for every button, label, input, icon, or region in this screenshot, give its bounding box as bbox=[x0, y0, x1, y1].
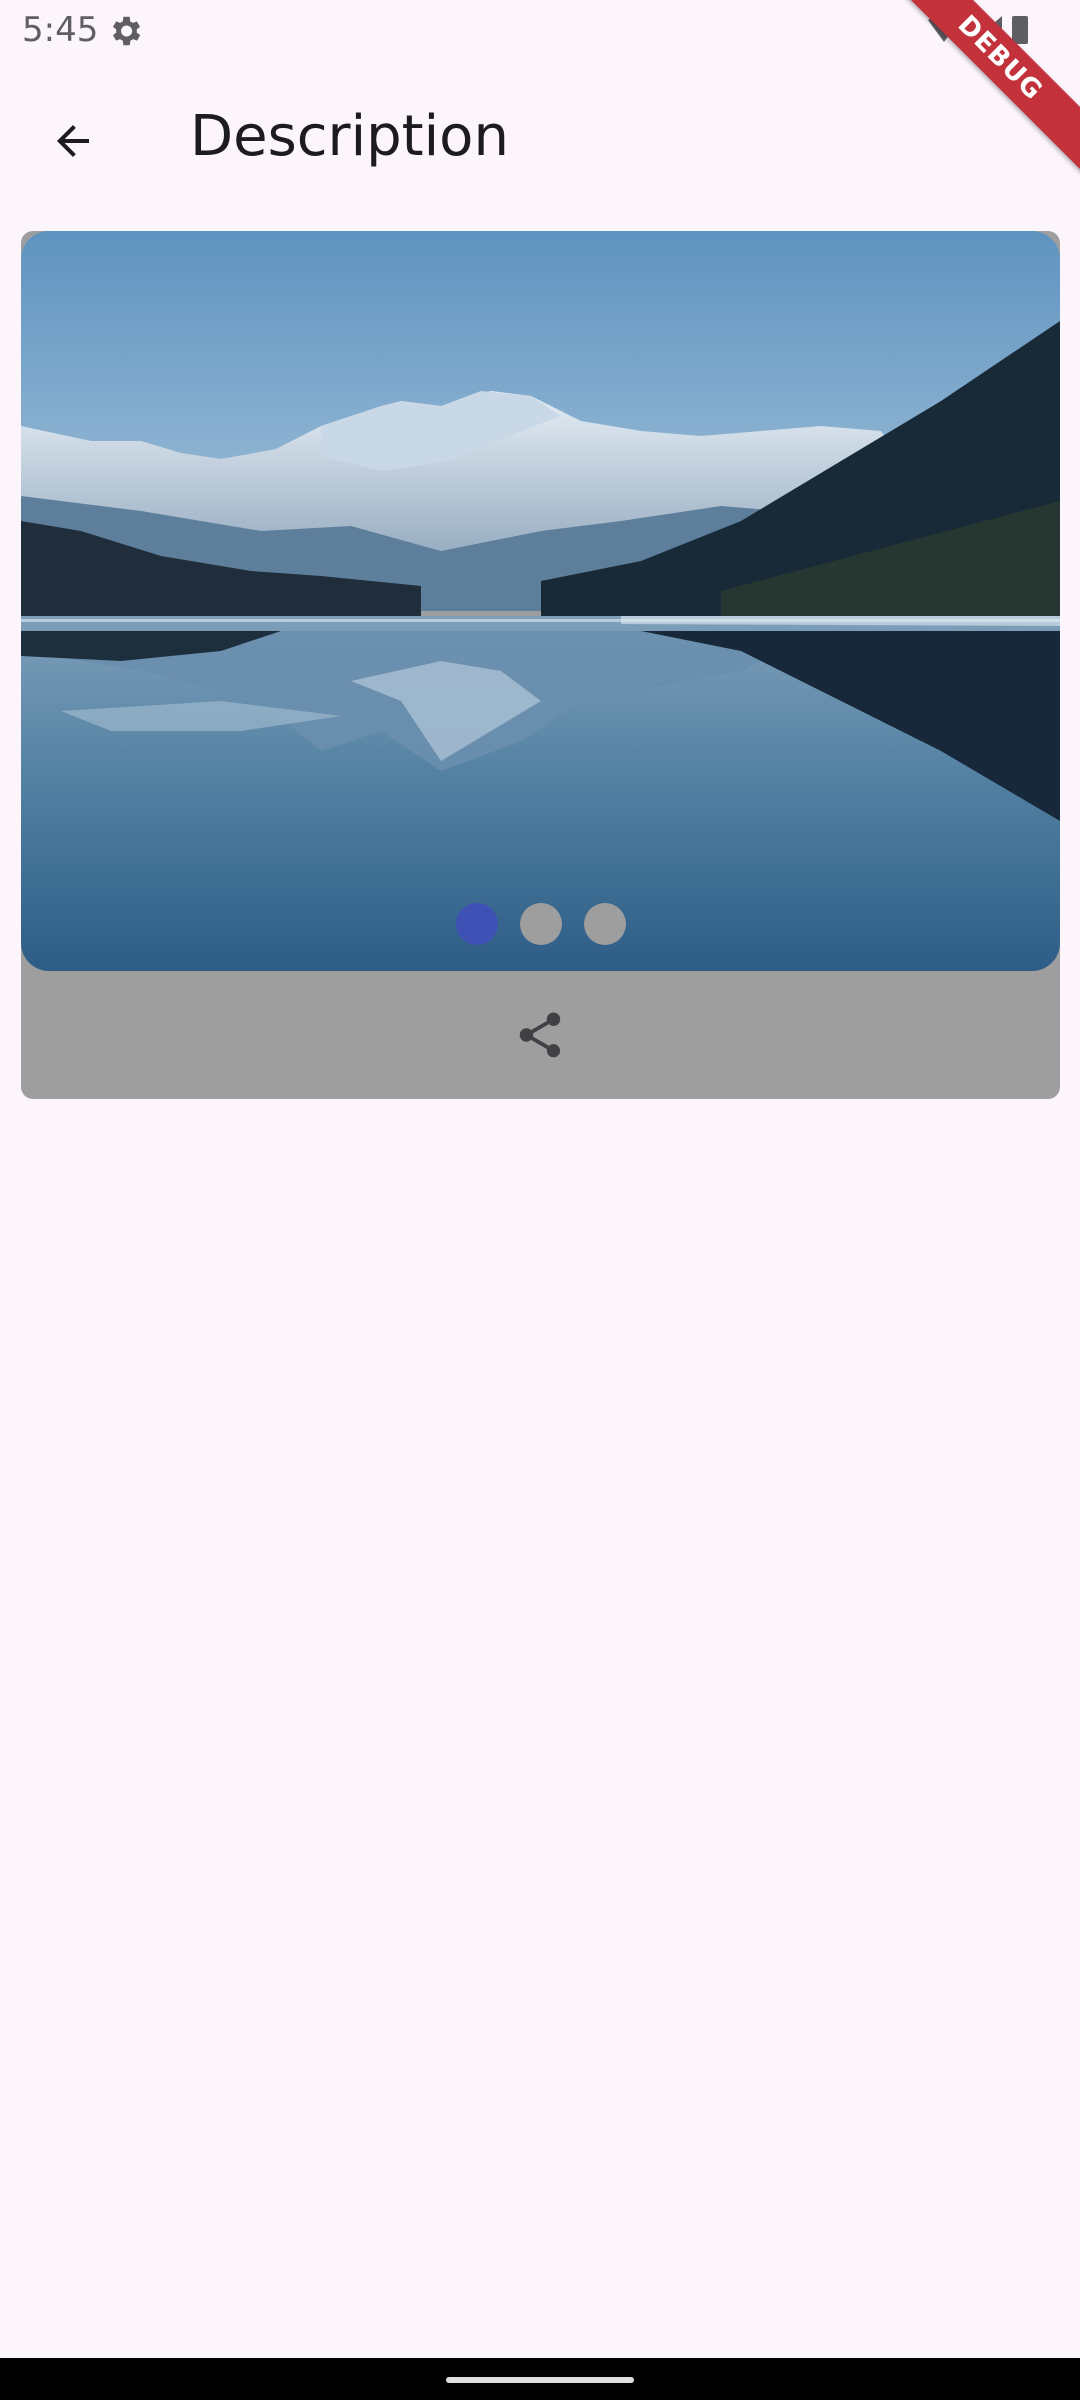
page-title: Description bbox=[190, 104, 509, 169]
share-icon bbox=[519, 1012, 561, 1058]
navigation-bar bbox=[0, 2358, 1080, 2400]
page-indicator-dot[interactable] bbox=[583, 903, 626, 945]
carousel-image bbox=[21, 231, 1060, 971]
status-bar: 5:45 bbox=[0, 0, 1080, 64]
page-indicator-dot[interactable] bbox=[519, 903, 562, 945]
home-gesture-handle[interactable] bbox=[446, 2377, 634, 2383]
gear-icon bbox=[112, 16, 141, 46]
battery-icon bbox=[1012, 16, 1028, 44]
app-bar: Description bbox=[0, 64, 1080, 208]
share-button[interactable] bbox=[508, 1003, 572, 1067]
image-card bbox=[21, 231, 1060, 1099]
image-carousel[interactable] bbox=[21, 231, 1060, 971]
page-indicator-dot[interactable] bbox=[455, 903, 498, 945]
status-time: 5:45 bbox=[22, 10, 99, 50]
page-indicator bbox=[21, 903, 1060, 945]
back-button[interactable] bbox=[28, 96, 118, 186]
arrow-back-icon bbox=[57, 125, 89, 157]
